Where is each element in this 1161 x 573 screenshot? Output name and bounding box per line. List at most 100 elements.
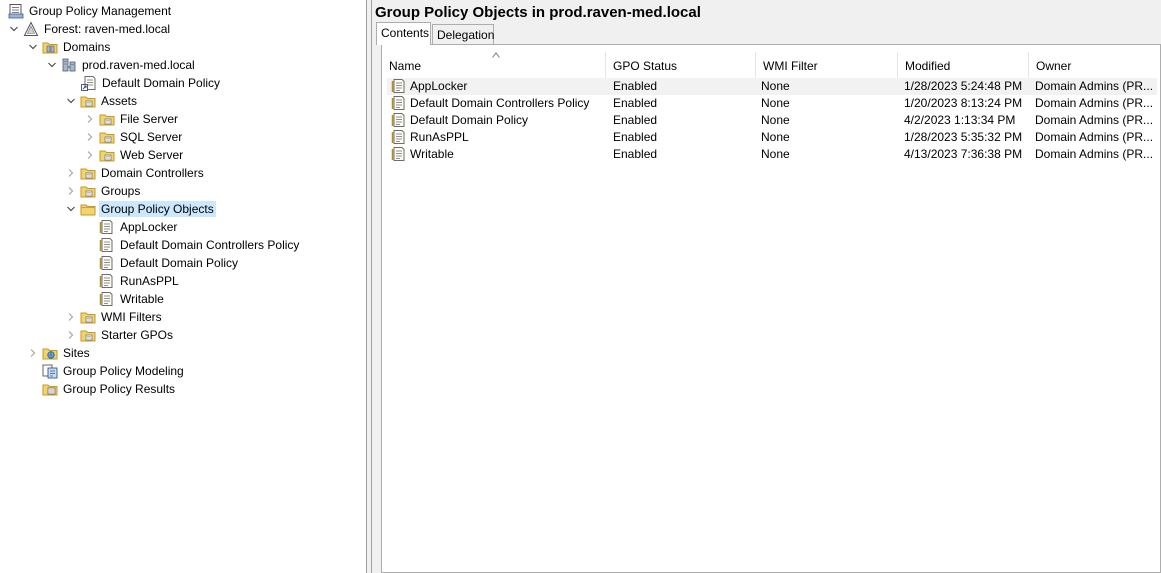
tree-node-forest[interactable]: Forest: raven-med.local [0,20,366,38]
chevron-down-icon[interactable] [65,92,77,110]
tree-label[interactable]: Assets [99,93,139,109]
tree-label[interactable]: SQL Server [118,129,184,145]
chevron-right-icon[interactable] [65,326,77,344]
gpo-name: Writable [410,146,454,161]
cell-name: Writable [387,146,606,162]
tree-node-gpm-root[interactable]: Group Policy Management [0,2,366,20]
tab-delegation[interactable]: Delegation [432,24,494,45]
cell-owner: Domain Admins (PR... [1035,113,1154,127]
table-row[interactable]: Default Domain Controllers Policy Enable… [387,95,1157,112]
tree-node-gpo[interactable]: RunAsPPL [0,272,366,290]
chevron-down-icon[interactable] [27,38,39,56]
tree-node-groups[interactable]: Groups [0,182,366,200]
pane-title: Group Policy Objects in prod.raven-med.l… [375,4,701,21]
gpo-icon [391,129,407,145]
tree-label[interactable]: Groups [99,183,142,199]
column-header-wmi-filter[interactable]: WMI Filter [756,52,898,78]
tree-node-sites[interactable]: Sites [0,344,366,362]
tree-node-domain[interactable]: prod.raven-med.local [0,56,366,74]
tree-label[interactable]: Domain Controllers [99,165,206,181]
column-header-owner[interactable]: Owner [1029,52,1161,78]
tab-contents[interactable]: Contents [376,22,431,45]
cell-owner: Domain Admins (PR... [1035,79,1154,93]
cell-status: Enabled [613,113,658,127]
gpo-icon [99,219,115,235]
table-row[interactable]: AppLocker Enabled None 1/28/2023 5:24:48… [387,78,1157,95]
chevron-right-icon[interactable] [27,344,39,362]
column-header-name[interactable]: Name [382,52,606,78]
tree-node-gpo[interactable]: Writable [0,290,366,308]
tree-label[interactable]: RunAsPPL [118,273,181,289]
wmi-folder-icon [80,309,96,325]
details-pane: Group Policy Objects in prod.raven-med.l… [372,0,1161,573]
tree-label[interactable]: AppLocker [118,219,179,235]
tree-label[interactable]: Forest: raven-med.local [42,21,172,37]
tree-node-gpo[interactable]: Default Domain Policy [0,254,366,272]
chevron-down-icon[interactable] [46,56,58,74]
sort-ascending-icon [492,52,500,58]
domains-folder-icon [42,39,58,55]
tree-node-web-server[interactable]: Web Server [0,146,366,164]
ou-folder-icon [99,147,115,163]
tree-label[interactable]: Domains [61,39,112,55]
table-row[interactable]: RunAsPPL Enabled None 1/28/2023 5:35:32 … [387,129,1157,146]
cell-modified: 1/28/2023 5:24:48 PM [904,79,1023,93]
tree-label[interactable]: Starter GPOs [99,327,175,343]
gpo-icon [391,78,407,94]
tree-node-starter-gpos[interactable]: Starter GPOs [0,326,366,344]
tree-label[interactable]: Group Policy Management [27,3,173,19]
gpo-list-view[interactable]: Name GPO Status WMI Filter Modified Owne… [381,44,1161,573]
cell-status: Enabled [613,147,658,161]
chevron-down-icon[interactable] [8,20,20,38]
chevron-down-icon[interactable] [65,200,77,218]
tree-label[interactable]: WMI Filters [99,309,164,325]
chevron-right-icon[interactable] [65,164,77,182]
results-folder-icon [42,381,58,397]
tree-label[interactable]: prod.raven-med.local [80,57,197,73]
tree-label[interactable]: Group Policy Modeling [61,363,186,379]
cell-modified: 4/13/2023 7:36:38 PM [904,147,1023,161]
ou-folder-icon [99,129,115,145]
tree-label-selected[interactable]: Group Policy Objects [99,201,216,217]
chevron-right-icon[interactable] [84,146,96,164]
tree-node-domains[interactable]: Domains [0,38,366,56]
tree-node-default-domain-policy-link[interactable]: Default Domain Policy [0,74,366,92]
gpo-name: Default Domain Controllers Policy [410,95,590,110]
tree-label[interactable]: Default Domain Policy [118,255,240,271]
tree-node-gpo[interactable]: AppLocker [0,218,366,236]
modeling-icon [42,363,58,379]
chevron-right-icon[interactable] [84,128,96,146]
table-row[interactable]: Default Domain Policy Enabled None 4/2/2… [387,112,1157,129]
tree-label[interactable]: Default Domain Controllers Policy [118,237,301,253]
forest-icon [23,21,39,37]
tree-node-file-server[interactable]: File Server [0,110,366,128]
ou-folder-icon [80,165,96,181]
tree-node-wmi-filters[interactable]: WMI Filters [0,308,366,326]
tree-label[interactable]: Default Domain Policy [100,75,222,91]
tree-label[interactable]: Writable [118,291,166,307]
column-header-gpo-status[interactable]: GPO Status [606,52,756,78]
column-header-modified[interactable]: Modified [898,52,1029,78]
cell-status: Enabled [613,130,658,144]
tree-label[interactable]: Group Policy Results [61,381,177,397]
cell-modified: 4/2/2023 1:13:34 PM [904,113,1016,127]
cell-name: RunAsPPL [387,129,606,145]
chevron-right-icon[interactable] [65,182,77,200]
tree-node-group-policy-objects[interactable]: Group Policy Objects [0,200,366,218]
cell-wmi: None [761,113,790,127]
tree-node-assets[interactable]: Assets [0,92,366,110]
cell-status: Enabled [613,96,658,110]
tree-node-sql-server[interactable]: SQL Server [0,128,366,146]
chevron-right-icon[interactable] [65,308,77,326]
tree-label[interactable]: Sites [61,345,92,361]
tree-node-results[interactable]: Group Policy Results [0,380,366,398]
chevron-right-icon[interactable] [84,110,96,128]
table-row[interactable]: Writable Enabled None 4/13/2023 7:36:38 … [387,146,1157,163]
tree-node-gpo[interactable]: Default Domain Controllers Policy [0,236,366,254]
tree-node-modeling[interactable]: Group Policy Modeling [0,362,366,380]
cell-wmi: None [761,130,790,144]
tree-label[interactable]: Web Server [118,147,185,163]
tree-node-domain-controllers[interactable]: Domain Controllers [0,164,366,182]
console-tree[interactable]: Group Policy Management Forest: raven-me… [0,0,367,573]
tree-label[interactable]: File Server [118,111,180,127]
